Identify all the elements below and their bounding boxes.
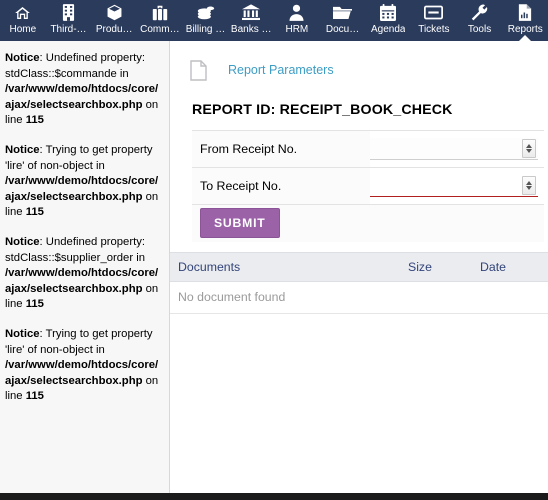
coins-icon [197, 3, 215, 22]
ticket-icon [424, 3, 444, 22]
nav-label-home: Home [9, 24, 37, 35]
nav-label-billing: Billing … [185, 24, 226, 35]
documents-empty-row: No document found [170, 281, 548, 314]
field-cell-to-receipt [370, 167, 544, 205]
nav-label-products: Produ… [95, 24, 133, 35]
bank-icon [242, 3, 261, 22]
php-notice-4: Notice: Trying to get property 'lire' of… [5, 327, 163, 405]
nav-item-billing[interactable]: Billing … [183, 0, 229, 41]
main-navigation-bar: Home Third-… Produ… Comm… Billing … Bank… [0, 0, 548, 41]
report-icon [518, 3, 532, 22]
column-header-documents[interactable]: Documents [170, 251, 400, 282]
documents-empty-text: No document found [170, 281, 548, 314]
nav-label-tickets: Tickets [418, 24, 450, 35]
nav-item-reports[interactable]: Reports [502, 0, 548, 41]
notice-path-2: /var/www/demo/htdocs/core/ajax/selectsea… [5, 175, 159, 203]
nav-item-tickets[interactable]: Tickets [411, 0, 457, 41]
nav-label-documents: Docu… [325, 24, 360, 35]
notice-prefix-3: Notice [5, 235, 40, 248]
app-root: Home Third-… Produ… Comm… Billing … Bank… [0, 0, 548, 500]
php-notice-3: Notice: Undefined property: stdClass::$s… [5, 235, 163, 313]
page-body: Notice: Undefined property: stdClass::$c… [0, 41, 548, 493]
notice-line-2: 115 [25, 206, 44, 219]
form-row-submit: SUBMIT [192, 204, 544, 242]
documents-table: Documents Size Date No document found [170, 251, 548, 314]
nav-label-commercial: Comm… [140, 24, 180, 35]
nav-label-banks: Banks … [230, 24, 272, 35]
wrench-icon [471, 3, 488, 22]
nav-label-agenda: Agenda [370, 24, 406, 35]
php-notice-1: Notice: Undefined property: stdClass::$c… [5, 51, 163, 129]
from-receipt-input[interactable] [370, 138, 538, 160]
spinner-down-arrow-icon[interactable] [526, 186, 532, 190]
spinner-up-arrow-icon[interactable] [526, 144, 532, 148]
user-icon [289, 3, 304, 22]
field-wrap-to-receipt [370, 175, 538, 197]
building-icon [62, 3, 75, 22]
report-parameters-form: From Receipt No. To Receipt No. SUBMIT [192, 130, 544, 242]
notice-line-3: 115 [25, 298, 44, 311]
main-content: Report Parameters REPORT ID: RECEIPT_BOO… [170, 41, 548, 493]
page-title: REPORT ID: RECEIPT_BOOK_CHECK [192, 102, 453, 118]
spinner-up-arrow-icon[interactable] [526, 181, 532, 185]
nav-label-hrm: HRM [285, 24, 309, 35]
nav-item-banks[interactable]: Banks … [228, 0, 274, 41]
bottom-bar [0, 493, 548, 500]
briefcase-icon [152, 3, 168, 22]
form-row-from-receipt: From Receipt No. [192, 130, 544, 168]
form-row-to-receipt: To Receipt No. [192, 167, 544, 205]
breadcrumb: Report Parameters [170, 41, 548, 85]
submit-cell: SUBMIT [192, 204, 544, 242]
nav-label-third-parties: Third-… [50, 24, 87, 35]
nav-label-reports: Reports [507, 24, 543, 35]
nav-item-tools[interactable]: Tools [457, 0, 503, 41]
breadcrumb-link-report-parameters[interactable]: Report Parameters [228, 63, 334, 77]
nav-item-commercial[interactable]: Comm… [137, 0, 183, 41]
home-icon [14, 3, 31, 22]
submit-button[interactable]: SUBMIT [200, 208, 280, 239]
notice-path-4: /var/www/demo/htdocs/core/ajax/selectsea… [5, 359, 159, 387]
notice-prefix-1: Notice [5, 52, 40, 64]
label-from-receipt: From Receipt No. [192, 130, 370, 168]
notice-line-1: 115 [25, 114, 44, 127]
notice-path-1: /var/www/demo/htdocs/core/ajax/selectsea… [5, 83, 159, 111]
to-receipt-input[interactable] [370, 175, 538, 197]
from-receipt-spinner[interactable] [522, 139, 536, 158]
notice-line-4: 115 [25, 390, 44, 403]
field-cell-from-receipt [370, 130, 544, 168]
label-to-receipt: To Receipt No. [192, 167, 370, 205]
box-icon [106, 3, 123, 22]
nav-item-products[interactable]: Produ… [91, 0, 137, 41]
spinner-down-arrow-icon[interactable] [526, 149, 532, 153]
notice-prefix-4: Notice [5, 327, 40, 340]
notice-path-3: /var/www/demo/htdocs/core/ajax/selectsea… [5, 267, 159, 295]
nav-item-agenda[interactable]: Agenda [365, 0, 411, 41]
nav-item-hrm[interactable]: HRM [274, 0, 320, 41]
nav-item-documents[interactable]: Docu… [320, 0, 366, 41]
calendar-icon [380, 3, 397, 22]
column-header-size[interactable]: Size [400, 251, 472, 282]
notice-prefix-2: Notice [5, 143, 40, 156]
nav-item-third-parties[interactable]: Third-… [46, 0, 92, 41]
php-notice-2: Notice: Trying to get property 'lire' of… [5, 143, 163, 221]
to-receipt-spinner[interactable] [522, 176, 536, 195]
nav-label-tools: Tools [467, 24, 492, 35]
column-header-date[interactable]: Date [472, 251, 548, 282]
documents-table-header: Documents Size Date [170, 251, 548, 282]
field-wrap-from-receipt [370, 138, 538, 160]
nav-item-home[interactable]: Home [0, 0, 46, 41]
document-icon [190, 59, 207, 81]
folder-icon [333, 3, 353, 22]
php-notices-panel: Notice: Undefined property: stdClass::$c… [0, 41, 170, 493]
